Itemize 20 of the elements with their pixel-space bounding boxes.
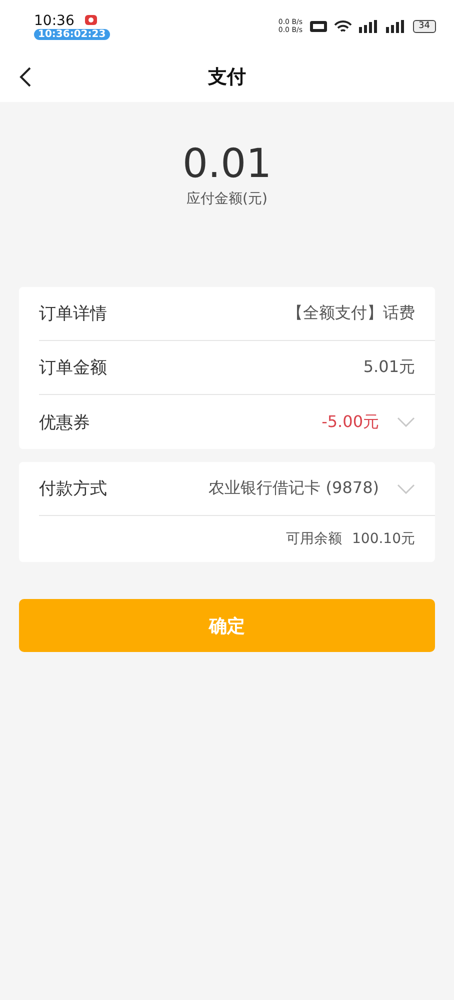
row-value: 【全额支付】话费 <box>287 303 415 324</box>
signal-icon <box>386 20 406 32</box>
payable-amount: 0.01 <box>182 140 272 188</box>
row-label: 订单金额 <box>39 357 107 379</box>
payment-method[interactable]: 农业银行借记卡 (9878) <box>208 478 379 499</box>
battery-indicator: 34 <box>412 20 436 32</box>
balance-amount: 100.10元 <box>352 530 415 548</box>
recording-timer: 10:36:02:23 <box>34 28 110 40</box>
row-label: 优惠券 <box>39 412 90 434</box>
signal-icon <box>358 20 379 32</box>
row-label: 付款方式 <box>39 478 107 500</box>
page-title: 支付 <box>208 65 246 90</box>
clock: 10:36 <box>34 12 74 28</box>
back-icon[interactable] <box>18 67 32 87</box>
amount-label: 应付金额(元) <box>186 190 268 208</box>
wifi-icon <box>334 20 352 32</box>
balance-label: 可用余额 <box>286 530 342 548</box>
row-label: 订单详情 <box>39 303 107 325</box>
row-value: -5.00元 <box>322 412 379 432</box>
row-value: 5.01元 <box>363 357 415 378</box>
